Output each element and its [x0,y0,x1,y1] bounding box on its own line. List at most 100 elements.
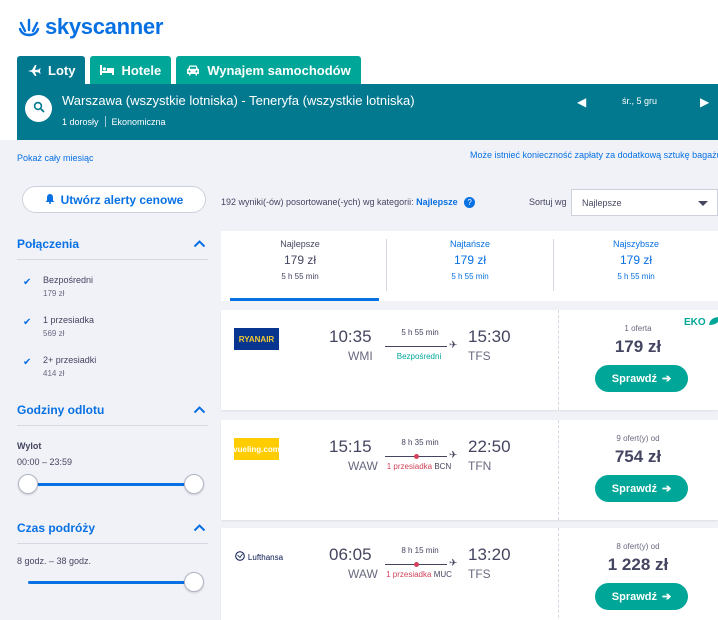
offers-count: 1 oferta [624,324,652,333]
help-icon[interactable]: ? [464,197,476,209]
departure-airport: WAW [348,567,378,581]
bed-icon [100,64,115,76]
arrival-time: 22:50 [468,437,511,456]
car-icon [186,64,200,76]
show-month-link[interactable]: Pokaż cały miesiąc [17,153,94,163]
plane-icon [27,63,41,77]
chevron-up-icon[interactable] [193,403,206,417]
chevron-up-icon[interactable] [193,521,206,535]
top-bar: skyscanner Loty Hotele Wynajem samochodó… [0,0,718,140]
tab-best[interactable]: Najlepsze 179 zł 5 h 55 min [221,231,379,301]
passenger-count: 1 dorosły [62,116,99,127]
price: 1 228 zł [607,555,669,574]
select-button-label: Sprawdź [611,590,657,603]
filter-label: Bezpośredni [43,275,94,285]
arrival-airport: TFN [468,459,492,473]
search-button[interactable] [25,95,52,122]
tab-car-rental[interactable]: Wynajem samochodów [176,56,361,84]
sort-select-value: Najlepsze [582,198,622,208]
logo[interactable]: skyscanner [17,14,163,40]
previous-date-button[interactable]: ◀ [577,95,586,109]
create-price-alert-label: Utwórz alerty cenowe [60,192,184,207]
flight-duration: 5 h 55 min [401,328,439,337]
select-flight-button[interactable]: Sprawdź ➔ [595,475,688,502]
next-date-button[interactable]: ▶ [700,95,709,109]
arrival-time: 13:20 [468,545,511,564]
stop-dot [414,454,419,459]
logo-text: skyscanner [45,14,164,39]
departure-date[interactable]: śr., 5 gru [622,96,657,106]
departure-airport: WAW [348,459,378,473]
departure-airport: WMI [348,349,373,363]
tab-title: Najtańsze [449,239,491,249]
stops-info: Bezpośredni [396,352,442,361]
departure-slider-min-handle[interactable] [18,474,38,494]
select-flight-button[interactable]: Sprawdź ➔ [595,583,688,610]
product-tabs: Loty Hotele Wynajem samochodów [17,56,361,84]
filter-label: 2+ przesiadki [43,355,97,365]
travel-duration-title[interactable]: Czas podróży [17,521,95,535]
outbound-label: Wylot [17,441,42,451]
tab-price: 179 zł [453,253,487,267]
sort-tabs: Najlepsze 179 zł 5 h 55 min Najtańsze 17… [221,231,718,301]
filter-price: 569 zł [43,329,65,338]
arrival-airport: TFS [468,349,491,363]
passenger-info: 1 dorosły Ekonomiczna [62,116,166,127]
stop-airport: MUC [433,570,452,579]
departure-slider-max-handle[interactable] [184,474,204,494]
checkbox-checked-icon[interactable]: ✔ [23,317,31,328]
plane-icon: ✈ [449,340,458,351]
airline-logo: RYANAIR [234,328,279,350]
search-icon [33,100,45,118]
route-line [385,454,447,459]
duration-slider-track[interactable] [28,581,196,584]
departure-time: 06:05 [329,545,372,564]
stops-info: 1 przesiadka MUC [379,570,459,579]
connections-title[interactable]: Połączenia [17,237,79,251]
duration-slider-handle[interactable] [184,572,204,592]
price: 179 zł [614,337,662,356]
dropdown-arrow-icon [698,201,708,206]
chevron-up-icon[interactable] [193,237,206,251]
flight-result-card[interactable]: vueling.com 15:15 WAW 8 h 35 min ✈ 1 prz… [221,420,718,520]
checkbox-checked-icon[interactable]: ✔ [23,357,31,368]
tab-cheapest[interactable]: Najtańsze 179 zł 5 h 55 min [387,231,553,301]
chevron-right-icon: ▶ [700,95,710,109]
stop-dot [414,562,419,567]
select-button-label: Sprawdź [611,372,657,385]
sort-select[interactable]: Najlepsze [571,189,718,216]
flight-result-card[interactable]: RYANAIR 10:35 WMI 5 h 55 min ✈ Bezpośred… [221,310,718,410]
flight-duration: 8 h 15 min [401,546,439,555]
route-line [385,346,447,347]
flight-duration: 8 h 35 min [401,438,439,447]
results-sort-category[interactable]: Najlepsze [416,197,458,207]
flight-result-card[interactable]: Lufthansa 06:05 WAW 8 h 15 min ✈ 1 przes… [221,528,718,620]
divider [17,425,208,426]
checkbox-checked-icon[interactable]: ✔ [23,277,31,288]
filter-label: 1 przesiadka [43,315,95,325]
tab-car-rental-label: Wynajem samochodów [207,62,351,78]
tab-fastest[interactable]: Najszybsze 179 zł 5 h 55 min [554,231,718,301]
tab-flights-label: Loty [48,62,76,78]
create-price-alert-button[interactable]: Utwórz alerty cenowe [22,186,206,213]
tab-duration: 5 h 55 min [281,272,319,281]
departure-time: 15:15 [329,437,372,456]
tab-title: Najszybsze [612,239,659,249]
tab-hotels[interactable]: Hotele [90,56,172,84]
offers-count: 9 ofert(y) od [616,434,660,443]
select-flight-button[interactable]: Sprawdź ➔ [595,365,688,392]
select-button-label: Sprawdź [611,482,657,495]
departure-slider-track[interactable] [28,483,196,486]
tab-flights[interactable]: Loty [17,56,86,84]
tab-duration: 5 h 55 min [451,272,489,281]
plane-icon: ✈ [449,450,458,461]
departure-times-title[interactable]: Godziny odlotu [17,403,104,417]
chevron-left-icon: ◀ [577,95,587,109]
arrow-right-icon: ➔ [662,373,672,385]
search-summary-bar[interactable]: Warszawa (wszystkie lotniska) - Teneryfa… [17,84,718,140]
route-text: Warszawa (wszystkie lotniska) - Teneryfa… [62,93,415,108]
active-tab-underline [230,298,379,301]
stop-airport: BCN [434,462,452,471]
stops-count: 1 przesiadka [386,570,432,579]
baggage-notice-link[interactable]: Może istnieć konieczność zapłaty za doda… [470,150,718,160]
